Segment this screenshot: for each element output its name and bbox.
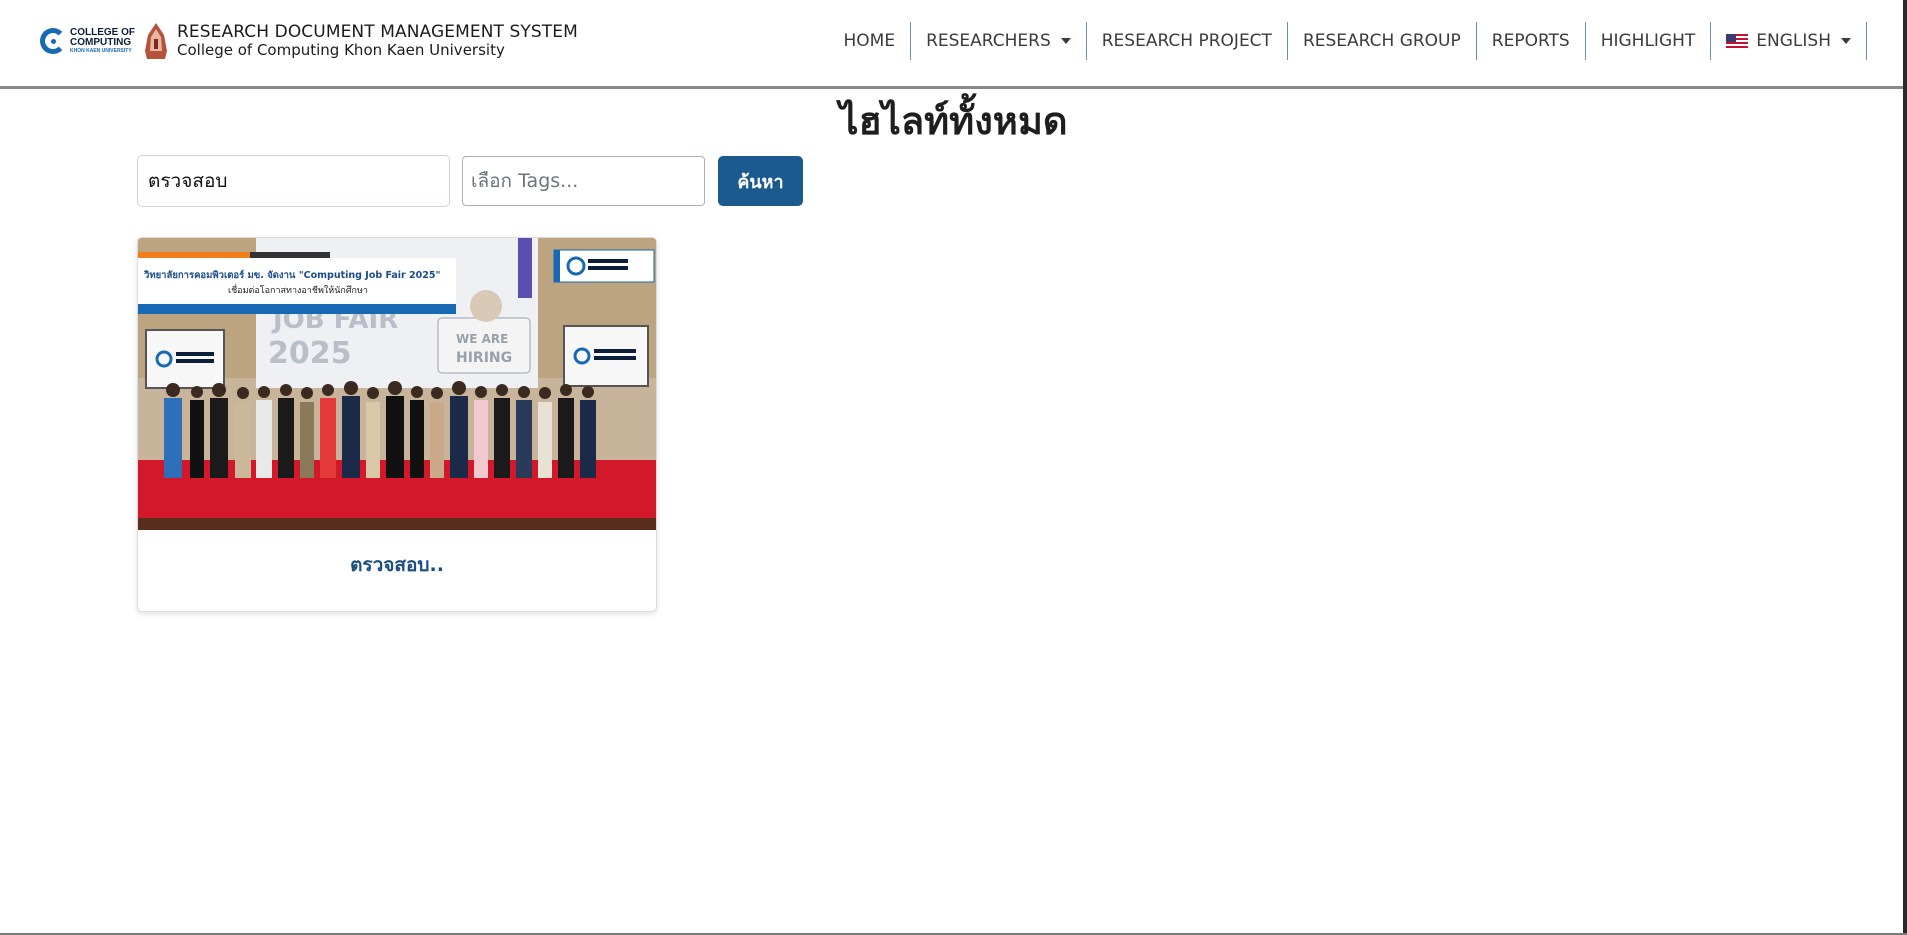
nav-home-label: HOME [843,31,896,51]
nav-reports-label: REPORTS [1491,31,1570,51]
brand[interactable]: COLLEGE OF COMPUTING KHON KAEN UNIVERSIT… [40,20,578,62]
main-nav: HOME RESEARCHERS RESEARCH PROJECT RESEAR… [828,22,1867,60]
logo-line-3: KHON KAEN UNIVERSITY [70,47,132,54]
us-flag-icon [1726,33,1749,49]
caret-down-icon [1841,38,1851,44]
language-dropdown[interactable]: ENGLISH [1711,22,1867,60]
language-label: ENGLISH [1756,31,1831,51]
nav-research-project-label: RESEARCH PROJECT [1101,31,1272,51]
svg-text:WE ARE: WE ARE [456,332,508,346]
nav-highlight-label: HIGHLIGHT [1600,31,1696,51]
svg-text:2025: 2025 [268,336,352,371]
kku-emblem-icon [145,23,167,59]
system-title: RESEARCH DOCUMENT MANAGEMENT SYSTEM [177,22,578,42]
nav-home[interactable]: HOME [828,22,912,60]
nav-research-project[interactable]: RESEARCH PROJECT [1087,22,1288,60]
highlight-card[interactable]: JOB FAIR 2025 WE ARE HIRING วิทยาลัยการค… [137,237,657,612]
highlight-card-image[interactable]: JOB FAIR 2025 WE ARE HIRING วิทยาลัยการค… [138,238,656,530]
tags-select-input[interactable] [462,156,705,206]
page-title: ไฮไลท์ทั้งหมด [839,99,1068,143]
window-edge [1903,0,1907,935]
caret-down-icon [1060,38,1071,44]
nav-researchers-label: RESEARCHERS [926,31,1051,51]
system-subtitle: College of Computing Khon Kaen Universit… [177,41,505,59]
logo-line-1: COLLEGE OF [70,26,135,38]
nav-research-group[interactable]: RESEARCH GROUP [1288,22,1477,60]
nav-highlight[interactable]: HIGHLIGHT [1586,22,1712,60]
search-input[interactable] [137,155,450,207]
search-button[interactable]: ค้นหา [718,156,803,206]
logo-line-2: COMPUTING [70,36,132,48]
svg-text:HIRING: HIRING [456,350,512,366]
nav-reports[interactable]: REPORTS [1477,22,1586,60]
college-of-computing-logo: COLLEGE OF COMPUTING KHON KAEN UNIVERSIT… [40,26,135,55]
nav-researchers-dropdown[interactable]: RESEARCHERS [911,22,1087,60]
top-navbar: COLLEGE OF COMPUTING KHON KAEN UNIVERSIT… [0,0,1907,89]
computing-logo-icon [40,28,66,54]
nav-research-group-label: RESEARCH GROUP [1302,31,1461,51]
highlight-card-caption[interactable]: ตรวจสอบ.. [138,550,656,580]
svg-text:วิทยาลัยการคอมพิวเตอร์ มข. จัด: วิทยาลัยการคอมพิวเตอร์ มข. จัดงาน "Compu… [143,269,440,281]
